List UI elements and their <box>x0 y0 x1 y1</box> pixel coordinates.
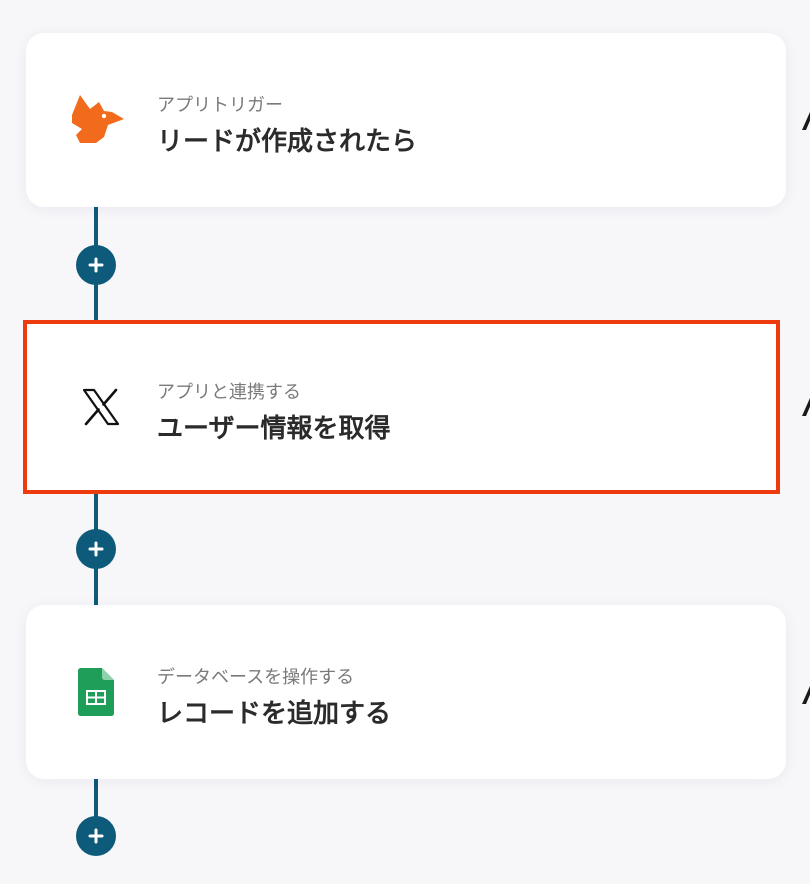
x-logo-icon <box>71 379 131 435</box>
step-title: レコードを追加する <box>157 699 392 729</box>
step-type-label: データベースを操作する <box>157 667 355 688</box>
flow-step-trigger-card[interactable]: アプリトリガー リードが作成されたら <box>26 33 786 207</box>
add-step-button[interactable] <box>76 529 116 569</box>
step-type-label: アプリトリガー <box>157 95 283 116</box>
add-step-button[interactable] <box>76 816 116 856</box>
step-type-label: アプリと連携する <box>157 382 301 403</box>
flow-step-x-card[interactable]: アプリと連携する ユーザー情報を取得 <box>23 320 780 494</box>
step-title: リードが作成されたら <box>157 127 418 157</box>
step-title: ユーザー情報を取得 <box>157 414 391 444</box>
plus-icon <box>88 828 104 844</box>
edge-mark-icon <box>802 398 810 416</box>
google-sheets-icon <box>66 664 126 720</box>
flow-step-sheets-card[interactable]: データベースを操作する レコードを追加する <box>26 605 786 779</box>
edge-mark-icon <box>802 112 810 130</box>
plus-icon <box>88 257 104 273</box>
add-step-button[interactable] <box>76 245 116 285</box>
edge-mark-icon <box>802 686 810 704</box>
plus-icon <box>88 541 104 557</box>
fox-icon <box>66 92 126 148</box>
